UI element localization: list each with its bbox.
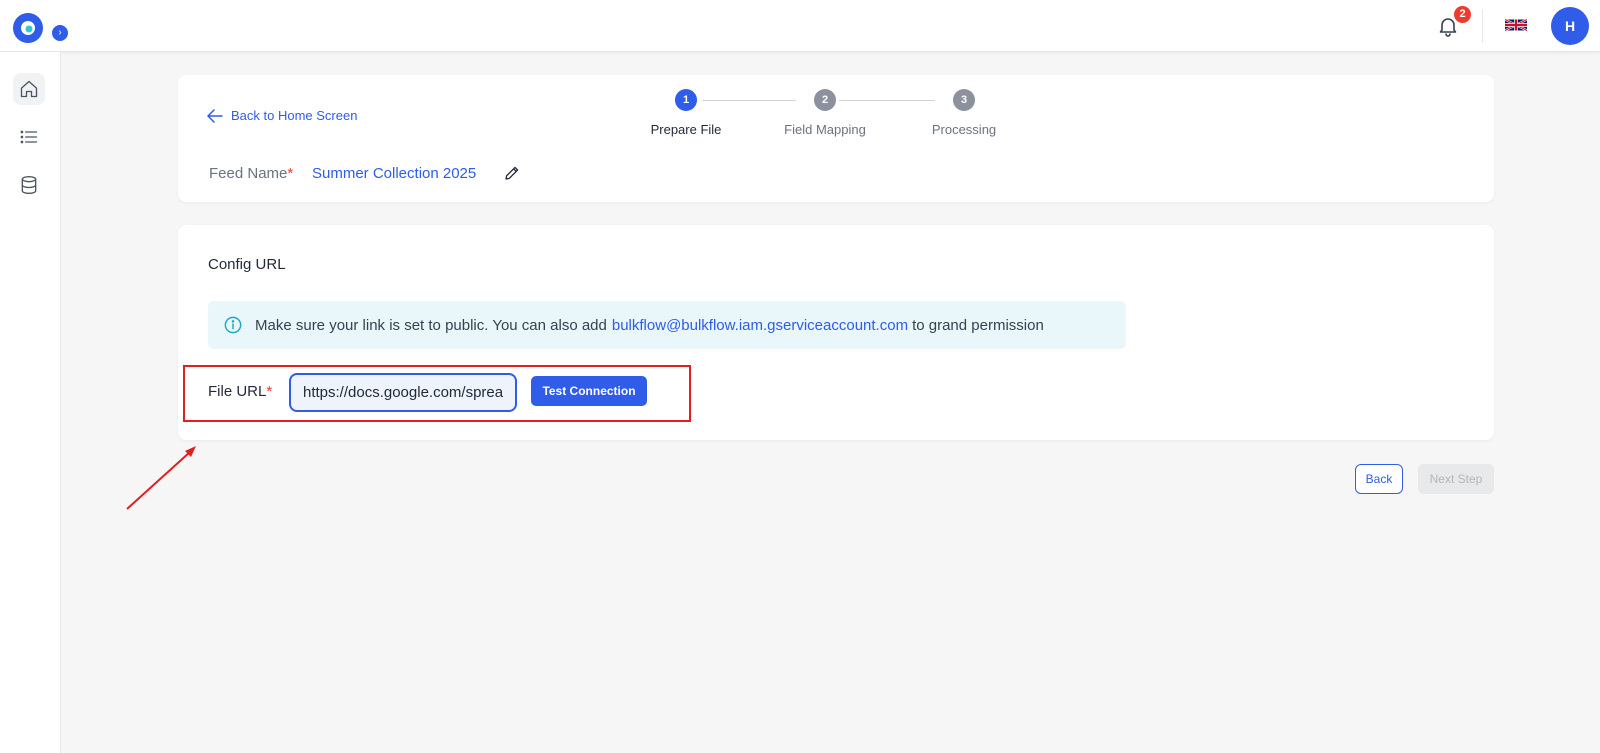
home-icon: [20, 80, 38, 98]
next-step-button: Next Step: [1418, 464, 1494, 494]
info-icon: [224, 316, 242, 334]
feed-header-card: Back to Home Screen 1 Prepare File 2 Fie…: [178, 75, 1494, 202]
step-processing: 3 Processing: [904, 89, 1024, 137]
file-url-label-text: File URL: [208, 383, 267, 400]
step-number: 2: [814, 89, 836, 111]
sidebar: [0, 52, 61, 753]
test-connection-button[interactable]: Test Connection: [531, 376, 647, 406]
chevron-right-icon: ›: [58, 27, 62, 38]
step-label: Prepare File: [650, 122, 722, 137]
feed-name-value: Summer Collection 2025: [312, 165, 477, 182]
info-banner: Make sure your link is set to public. Yo…: [208, 301, 1126, 349]
user-avatar[interactable]: H: [1551, 7, 1589, 45]
step-number: 1: [675, 89, 697, 111]
back-link-label: Back to Home Screen: [231, 108, 358, 123]
feed-name-label-text: Feed Name: [209, 165, 288, 182]
service-account-email: bulkflow@bulkflow.iam.gserviceaccount.co…: [611, 316, 909, 334]
annotation-arrow: [126, 446, 196, 510]
config-url-card: Config URL Make sure your link is set to…: [178, 225, 1494, 440]
required-mark: *: [266, 383, 273, 400]
step-field-mapping: 2 Field Mapping: [765, 89, 885, 137]
sidebar-item-home[interactable]: [13, 73, 45, 105]
config-title: Config URL: [208, 256, 286, 273]
sidebar-item-database[interactable]: [13, 169, 45, 201]
arrow-left-icon: [207, 108, 223, 123]
file-url-label: File URL*: [208, 383, 272, 400]
header-divider: [1482, 9, 1483, 43]
notification-badge: 2: [1454, 6, 1471, 23]
uk-flag-icon[interactable]: [1505, 18, 1527, 32]
database-icon: [21, 176, 37, 195]
file-url-input[interactable]: [289, 373, 517, 412]
top-bar: › 2 H: [0, 0, 1600, 52]
feed-name-label: Feed Name*: [209, 165, 293, 182]
required-mark: *: [287, 165, 294, 182]
app-logo-icon[interactable]: [12, 12, 44, 44]
step-label: Field Mapping: [784, 122, 866, 137]
step-number: 3: [953, 89, 975, 111]
sidebar-item-list[interactable]: [13, 121, 45, 153]
expand-sidebar-button[interactable]: ›: [52, 25, 68, 41]
info-text-before: Make sure your link is set to public. Yo…: [255, 316, 607, 334]
step-label: Processing: [931, 122, 997, 137]
back-button[interactable]: Back: [1355, 464, 1403, 494]
step-prepare-file: 1 Prepare File: [626, 89, 746, 137]
info-text-after: to grand permission: [912, 316, 1044, 334]
pencil-icon[interactable]: [504, 165, 520, 181]
back-to-home-link[interactable]: Back to Home Screen: [207, 108, 357, 123]
list-icon: [20, 130, 38, 144]
